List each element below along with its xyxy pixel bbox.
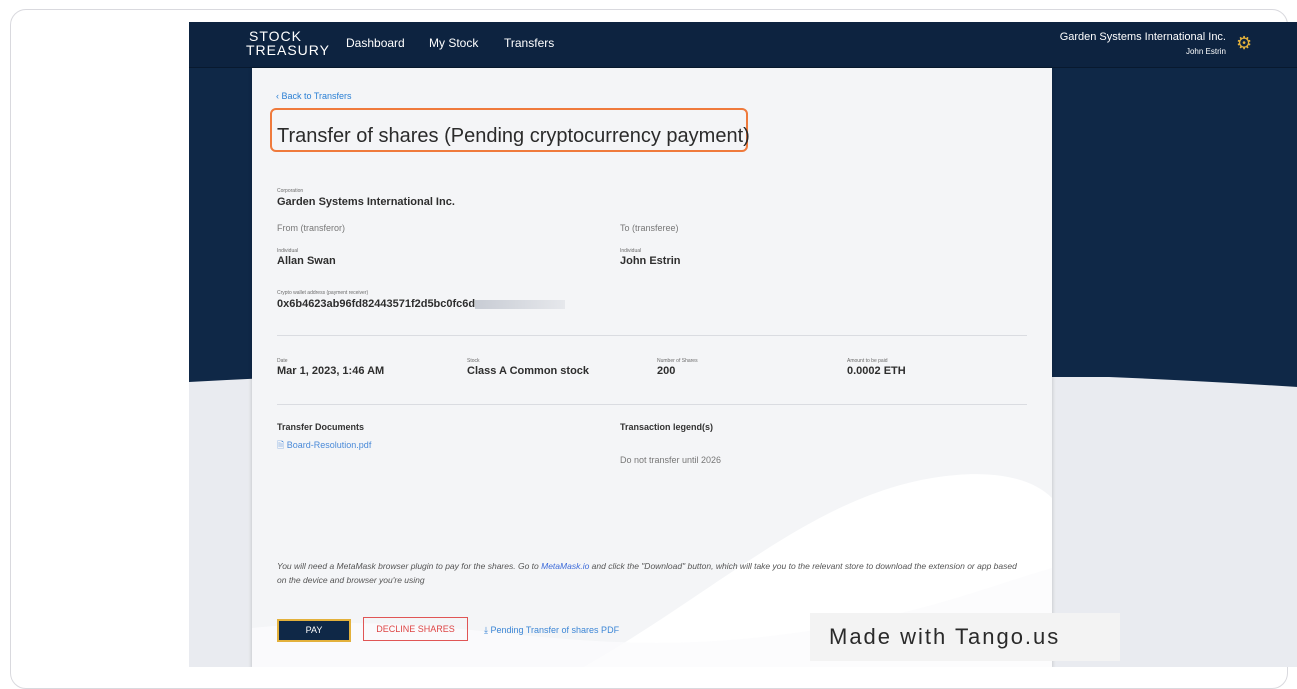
logo-bottom-text: TREASURY [246,42,330,58]
shares-label: Number of Shares [657,358,698,364]
decline-shares-button[interactable]: DECLINE SHARES [363,617,468,641]
date-value: Mar 1, 2023, 1:46 AM [277,365,385,377]
logo[interactable]: STOCK TREASURY [246,29,330,58]
transfer-documents-heading: Transfer Documents [277,422,365,432]
to-name: John Estrin [620,255,681,267]
document-link[interactable]: 🗎 Board-Resolution.pdf [277,438,371,454]
tango-watermark: Made with Tango.us [810,613,1120,661]
wallet-address-value: 0x6b4623ab96fd82443571f2d5bc0fc6d [277,298,476,310]
shares-value: 200 [657,365,676,377]
wallet-label: Crypto wallet address (payment receiver) [277,290,369,296]
gear-icon[interactable]: ⚙ [1236,34,1254,52]
stock-value: Class A Common stock [467,365,590,377]
from-type-label: Individual [277,248,299,254]
nav-dashboard[interactable]: Dashboard [346,36,405,50]
pending-transfer-pdf-link[interactable]: ⤓ Pending Transfer of shares PDF [484,625,619,636]
corporation-label: Corporation [277,188,304,194]
amount-value: 0.0002 ETH [847,365,906,377]
from-heading: From (transferor) [277,223,346,233]
back-to-transfers-link[interactable]: ‹ Back to Transfers [276,91,352,101]
metamask-link[interactable]: MetaMask.io [541,561,589,571]
pay-button[interactable]: PAY [277,619,351,642]
document-file-name: Board-Resolution.pdf [286,440,372,450]
amount-label: Amount to be paid [847,358,888,364]
pdf-link-label: Pending Transfer of shares PDF [490,625,620,635]
download-icon: ⤓ [484,625,488,635]
stock-label: Stock [467,358,480,364]
wallet-address: 0x6b4623ab96fd82443571f2d5bc0fc6d [277,298,566,310]
to-type-label: Individual [620,248,642,254]
divider [277,404,1027,405]
transaction-legend-text: Do not transfer until 2026 [620,455,722,465]
to-heading: To (transferee) [620,223,679,233]
nav-my-stock[interactable]: My Stock [429,36,478,50]
divider [277,335,1027,336]
from-name: Allan Swan [277,255,336,267]
app-window: STOCK TREASURY Dashboard My Stock Transf… [189,22,1297,667]
top-navigation: STOCK TREASURY Dashboard My Stock Transf… [189,22,1297,68]
corporation-value: Garden Systems International Inc. [277,196,455,208]
metamask-notice: You will need a MetaMask browser plugin … [277,559,1017,587]
file-icon: 🗎 [277,440,285,450]
header-user-name: John Estrin [1185,47,1226,56]
page-title: Transfer of shares (Pending cryptocurren… [277,125,750,147]
nav-transfers[interactable]: Transfers [504,36,554,50]
redacted-text [475,299,566,309]
header-corporation-name: Garden Systems International Inc. [1059,31,1226,43]
notice-text-start: You will need a MetaMask browser plugin … [277,561,542,571]
transaction-legend-heading: Transaction legend(s) [620,422,714,432]
transfer-details-card: ‹ Back to Transfers Transfer of shares (… [252,68,1052,667]
date-label: Date [277,358,288,364]
